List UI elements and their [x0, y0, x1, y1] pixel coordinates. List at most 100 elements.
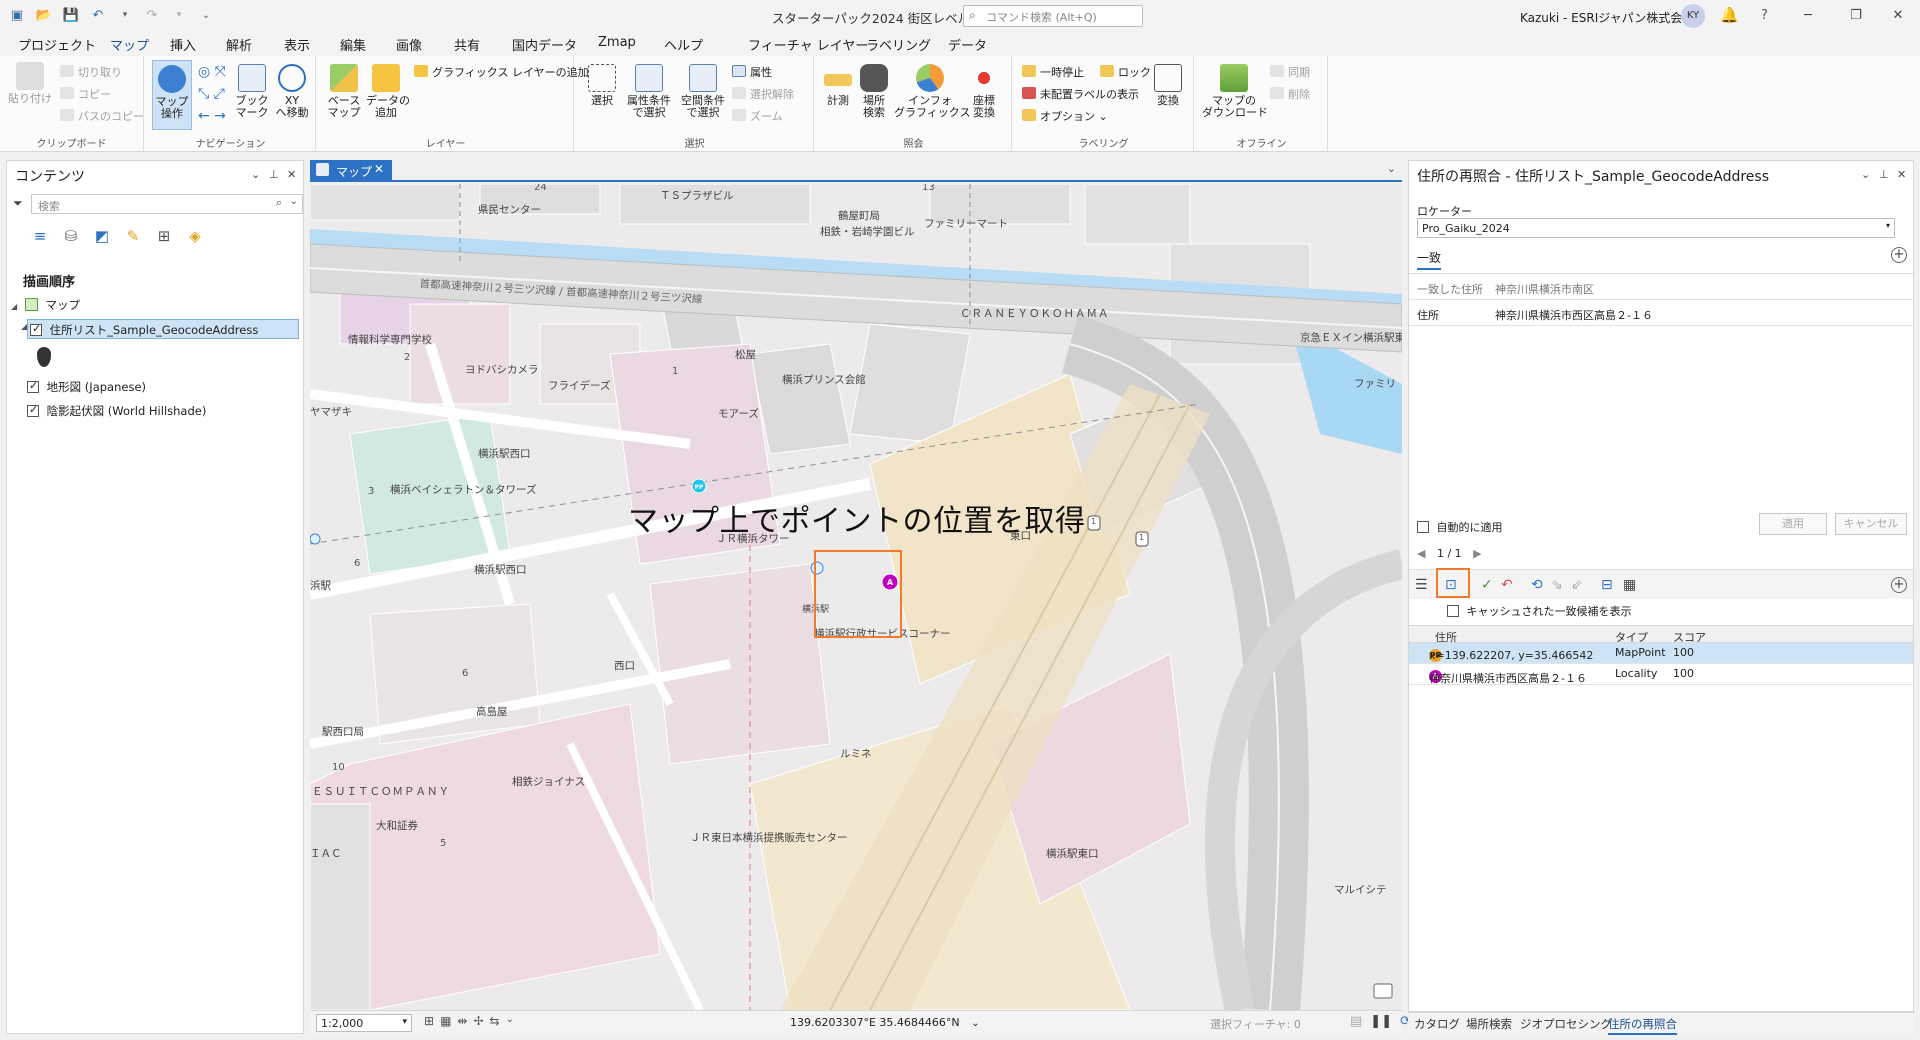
apply-button[interactable]: 適用: [1759, 513, 1827, 535]
tab-rematch-addresses[interactable]: 住所の再照合: [1608, 1016, 1677, 1035]
notification-icon[interactable]: 🔔: [1720, 6, 1739, 24]
layer-topographic[interactable]: 地形図 (Japanese): [27, 379, 146, 395]
save-icon[interactable]: 💾: [62, 6, 80, 24]
add-candidate-button[interactable]: +: [1891, 577, 1907, 593]
layer-geocode-address[interactable]: 住所リスト_Sample_GeocodeAddress: [27, 319, 299, 339]
close-pane-icon[interactable]: ✕: [1897, 168, 1906, 181]
match-check-icon[interactable]: ✓: [1481, 577, 1493, 593]
basemap-button[interactable]: ベース マップ: [326, 64, 362, 119]
full-extent-icon[interactable]: ◎ ⤧: [198, 64, 226, 80]
add-graphics-layer-button[interactable]: グラフィックス レイヤーの追加: [414, 64, 589, 80]
previous-record-icon[interactable]: ◀: [1417, 547, 1425, 560]
scale-bar-icon[interactable]: ⇹: [457, 1014, 467, 1028]
layer-visibility-checkbox[interactable]: [30, 322, 42, 336]
tab-match[interactable]: 一致: [1417, 249, 1442, 270]
undo-dropdown-icon[interactable]: ▾: [116, 6, 134, 24]
add-data-button[interactable]: データの 追加: [366, 64, 410, 119]
remove-offline-button[interactable]: 削除: [1270, 86, 1310, 102]
bookmark-button[interactable]: ブック マーク: [234, 64, 270, 119]
customize-qat-icon[interactable]: ⌄: [197, 6, 215, 24]
tab-list-dropdown-icon[interactable]: ⌄: [1387, 162, 1396, 175]
drawing-order-icon[interactable]: ≡: [29, 225, 51, 247]
add-field-button[interactable]: +: [1891, 247, 1907, 263]
clear-selection-button[interactable]: 選択解除: [732, 86, 794, 102]
tab-project[interactable]: プロジェクト: [18, 35, 96, 54]
chevron-down-icon[interactable]: ⌄: [506, 1014, 514, 1028]
locate-button[interactable]: 場所 検索: [856, 64, 892, 119]
layer-visibility-checkbox[interactable]: [27, 403, 39, 417]
avatar[interactable]: KY: [1681, 4, 1705, 28]
grid-icon[interactable]: ▦: [440, 1014, 451, 1028]
contents-search-input[interactable]: 検索 ⌕ ⌄: [31, 194, 303, 214]
selection-list-icon[interactable]: ◩: [91, 225, 113, 247]
tab-locate[interactable]: 場所検索: [1466, 1016, 1512, 1032]
filter-icon[interactable]: ⏷: [13, 196, 23, 211]
tab-labeling[interactable]: ラベリング: [866, 35, 931, 54]
tab-share[interactable]: 共有: [454, 35, 480, 54]
layer-hillshade[interactable]: 陰影起伏図 (World Hillshade): [27, 403, 206, 419]
explore-button[interactable]: マップ 操作: [152, 60, 192, 130]
layer-visibility-checkbox[interactable]: [27, 379, 39, 393]
redo-dropdown-icon[interactable]: ▾: [170, 6, 188, 24]
pointer-coordinates[interactable]: 139.6203307°E 35.4684466°N ⌄: [790, 1016, 980, 1029]
tab-view[interactable]: 表示: [284, 35, 310, 54]
cancel-button[interactable]: キャンセル: [1835, 513, 1907, 535]
attribute-table-icon[interactable]: ▦: [1623, 577, 1636, 593]
pin-icon[interactable]: ⊥: [1879, 168, 1889, 181]
tab-map-view[interactable]: マップ ✕: [310, 160, 392, 180]
snapping-icon[interactable]: ✢: [473, 1014, 483, 1028]
show-cached-candidates-option[interactable]: キャッシュされた一致候補を表示: [1447, 603, 1632, 619]
copy-path-button[interactable]: パスのコピー: [60, 108, 144, 124]
download-map-button[interactable]: マップの ダウンロード: [1202, 64, 1268, 119]
signed-in-user[interactable]: Kazuki - ESRIジャパン株式会社: [1520, 9, 1694, 26]
tab-feature-layer[interactable]: フィーチャ レイヤー: [748, 35, 868, 54]
data-source-icon[interactable]: ⛁: [60, 225, 82, 247]
paste-button[interactable]: 貼り付け: [8, 62, 52, 105]
infographics-button[interactable]: インフォ グラフィックス: [894, 64, 970, 119]
close-tab-icon[interactable]: ✕: [374, 162, 384, 176]
project-icon[interactable]: ▣: [8, 6, 26, 24]
menu-icon[interactable]: ☰: [1415, 577, 1428, 593]
edit-candidate-icon[interactable]: ⊟: [1601, 577, 1613, 593]
map-node[interactable]: ◢ マップ: [11, 297, 80, 313]
editing-list-icon[interactable]: ✎: [122, 225, 144, 247]
auto-apply-checkbox[interactable]: [1417, 521, 1429, 533]
close-window-button[interactable]: ✕: [1878, 4, 1918, 28]
candidate-row-mappoint[interactable]: PP x=139.622207, y=35.466542 MapPoint 100: [1409, 643, 1913, 664]
lock-labels-button[interactable]: ロック: [1100, 64, 1151, 80]
search-dropdown-icon[interactable]: ⌄: [290, 196, 298, 207]
fixed-zoom-icon[interactable]: ⤡ ⤢: [198, 86, 225, 102]
undo-icon[interactable]: ↶: [89, 6, 107, 24]
labeling-options-button[interactable]: オプション ⌄: [1022, 108, 1108, 124]
full-extent-icon[interactable]: ⊞: [424, 1014, 434, 1028]
map-view[interactable]: A PP ＴＳプラザビル 県民センター 鶴屋町局 相鉄・岩崎学園ビル ファミリー…: [310, 184, 1402, 1010]
next-record-icon[interactable]: ▶: [1473, 547, 1481, 560]
snapping-list-icon[interactable]: ⊞: [153, 225, 175, 247]
copy-button[interactable]: コピー: [60, 86, 111, 102]
pin-icon[interactable]: ⊥: [269, 168, 279, 181]
select-by-attributes-button[interactable]: 属性条件 で選択: [624, 64, 674, 119]
labeling-list-icon[interactable]: ◈: [184, 225, 206, 247]
tab-imagery[interactable]: 画像: [396, 35, 422, 54]
collapse-arrow-icon[interactable]: ◢: [11, 302, 17, 311]
zoom-to-selection-button[interactable]: ズーム: [732, 108, 783, 124]
restore-button[interactable]: ❐: [1836, 4, 1876, 28]
tab-catalog[interactable]: カタログ: [1414, 1016, 1460, 1032]
scale-select[interactable]: 1:2,000 ▾: [316, 1014, 412, 1032]
address-input-row[interactable]: 住所 神奈川県横浜市西区高島２-１６: [1409, 300, 1915, 326]
tab-map[interactable]: マップ: [110, 35, 150, 58]
tab-data[interactable]: データ: [948, 35, 987, 54]
collapse-arrow-icon[interactable]: ◢: [21, 322, 27, 331]
tab-domestic-data[interactable]: 国内データ: [512, 35, 577, 54]
command-search-input[interactable]: ⌕ コマンド検索 (Alt+Q): [963, 5, 1143, 27]
pause-labeling-button[interactable]: 一時停止: [1022, 64, 1084, 80]
view-unplaced-button[interactable]: 未配置ラベルの表示: [1022, 86, 1139, 102]
open-icon[interactable]: 📂: [35, 6, 53, 24]
locator-select[interactable]: Pro_Gaiku_2024 ▾: [1417, 218, 1895, 238]
previous-next-extent-icon[interactable]: ← →: [198, 108, 226, 124]
convert-labels-button[interactable]: 変換: [1150, 64, 1186, 107]
cut-button[interactable]: 切り取り: [60, 64, 122, 80]
pane-menu-icon[interactable]: ⌄: [1861, 168, 1870, 181]
address-input[interactable]: 神奈川県横浜市西区高島２-１６: [1495, 307, 1653, 323]
tab-analysis[interactable]: 解析: [226, 35, 252, 54]
